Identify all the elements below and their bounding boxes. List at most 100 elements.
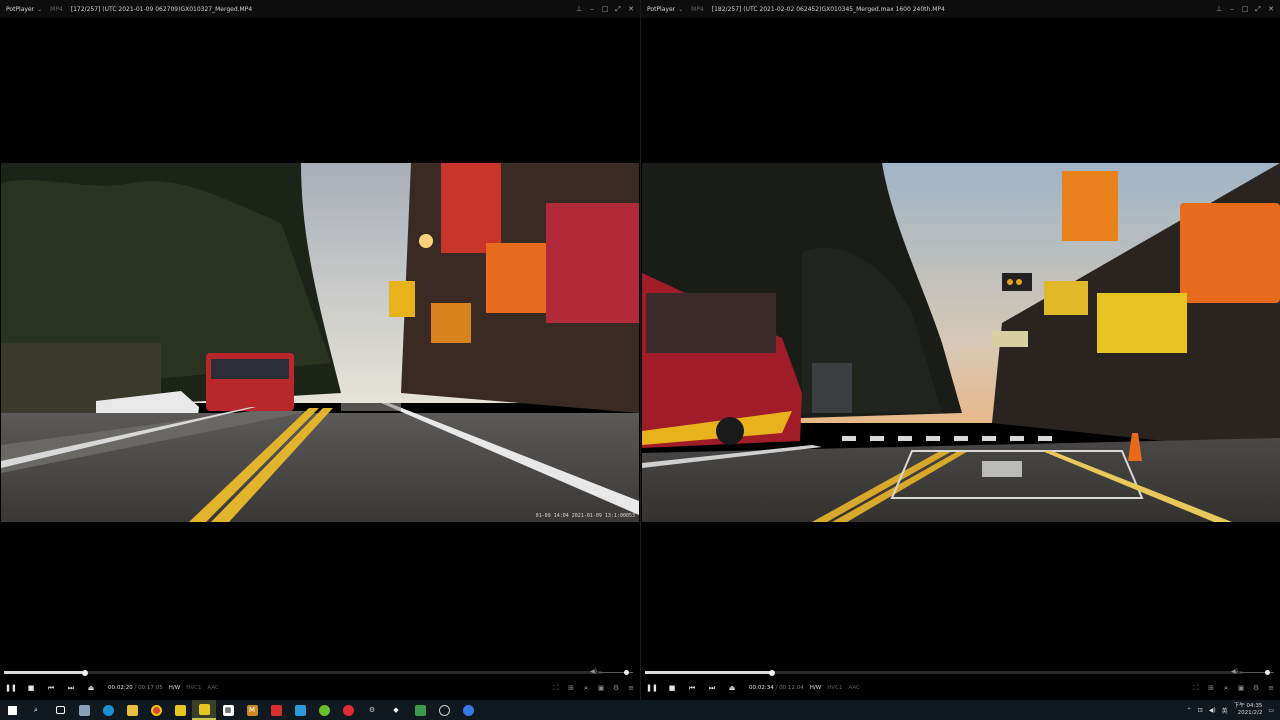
time-display: 00:02:34 / 00:12:04 (749, 685, 804, 691)
fullscreen-button[interactable]: ⤢ (1255, 5, 1261, 14)
capture-icon[interactable]: ⊞ (1206, 684, 1216, 692)
stop-button[interactable]: ■ (21, 684, 41, 692)
app-green-icon[interactable] (312, 700, 336, 720)
recycle-bin-icon[interactable] (72, 700, 96, 720)
time-display: 00:02:20 / 00:17:05 (108, 685, 163, 691)
previous-button[interactable]: ⏮ (682, 684, 702, 693)
app-gear-icon[interactable]: ⚙ (360, 700, 384, 720)
potplayer-active-icon[interactable] (192, 700, 216, 720)
current-time: 00:02:20 (108, 685, 133, 691)
task-view-icon[interactable] (48, 700, 72, 720)
menu-icon[interactable]: ≡ (1266, 684, 1276, 692)
playlist-icon[interactable]: ▣ (1236, 684, 1246, 692)
app-menu[interactable]: PotPlayer ⌄ (6, 6, 42, 13)
total-time: 00:12:04 (779, 685, 804, 691)
clock[interactable]: 下午 04:35 2021/2/2 (1234, 703, 1263, 717)
format-label: MP4 (691, 5, 704, 13)
playlist-icon[interactable]: ▣ (596, 684, 606, 692)
volume-control[interactable]: ◀) (1231, 668, 1277, 676)
app-green2-icon[interactable] (408, 700, 432, 720)
chevron-down-icon: ⌄ (678, 5, 684, 13)
maximize-button[interactable]: □ (1242, 5, 1249, 13)
potplayer-icon[interactable] (168, 700, 192, 720)
seek-bar[interactable] (4, 669, 602, 676)
current-time: 00:02:34 (749, 685, 774, 691)
pause-button[interactable]: ❚❚ (642, 684, 662, 692)
network-icon[interactable]: ⊡ (1198, 707, 1203, 714)
close-button[interactable]: ✕ (1268, 5, 1274, 13)
seek-thumb[interactable] (82, 669, 89, 676)
chrome-icon[interactable] (144, 700, 168, 720)
title-bar[interactable]: PotPlayer ⌄ MP4 [172/257] (UTC 2021-01-09… (0, 0, 640, 18)
control-bar: ❚❚ ■ ⏮ ⏭ ⏏ 00:02:20 / 00:17:05 H/W HVC1 … (0, 681, 640, 695)
next-button[interactable]: ⏭ (61, 684, 81, 693)
calendar-icon[interactable]: ▦ (216, 700, 240, 720)
time-separator: / (134, 685, 137, 691)
seek-progress (4, 671, 86, 674)
notification-icon[interactable]: ▭ (1268, 707, 1274, 714)
app-menu[interactable]: PotPlayer ⌄ (647, 6, 683, 13)
capture-icon[interactable]: ⊞ (566, 684, 576, 692)
tray-chevron-icon[interactable]: ⌃ (1187, 707, 1192, 714)
clock-date: 2021/2/2 (1237, 710, 1263, 716)
total-time: 00:17:05 (138, 685, 163, 691)
video-scene-right (642, 163, 1280, 522)
clock-time: 下午 04:35 (1233, 703, 1263, 709)
windows-start-icon[interactable] (0, 700, 24, 720)
volume-thumb[interactable] (623, 669, 629, 675)
file-explorer-icon[interactable] (120, 700, 144, 720)
control-bar: ❚❚ ■ ⏮ ⏭ ⏏ 00:02:34 / 00:12:04 H/W HVC1 … (641, 681, 1280, 695)
volume-control[interactable]: ◀) (590, 668, 636, 676)
video-codec-badge[interactable]: HVC1 (186, 685, 201, 691)
minimize-button[interactable]: – (1229, 5, 1235, 13)
search-icon[interactable]: ⌕ (24, 700, 48, 720)
potplayer-window-left: PotPlayer ⌄ MP4 [172/257] (UTC 2021-01-09… (0, 0, 640, 700)
pin-icon[interactable]: ⊥ (1216, 5, 1222, 13)
settings-gear-icon[interactable]: ⚙ (1251, 684, 1261, 692)
settings-gear-icon[interactable]: ⚙ (611, 684, 621, 692)
window-title: [172/257] (UTC 2021-01-09 062709)GX01032… (70, 5, 253, 13)
app-red-icon[interactable] (264, 700, 288, 720)
pin-icon[interactable]: ⊥ (576, 5, 582, 13)
audio-codec-badge[interactable]: AAC (207, 685, 218, 691)
vr-icon[interactable]: ⛶ (551, 684, 561, 693)
time-separator: / (775, 685, 778, 691)
audio-codec-badge[interactable]: AAC (848, 685, 859, 691)
fullscreen-button[interactable]: ⤢ (615, 5, 621, 14)
search-subtitle-icon[interactable]: ⌕ (1221, 684, 1231, 693)
app-redcircle-icon[interactable] (336, 700, 360, 720)
seek-bar[interactable] (645, 669, 1243, 676)
volume-tray-icon[interactable]: ◀) (1209, 707, 1216, 714)
video-frame[interactable]: 01-09 14:04 2021-01-09 13:1:00053 (1, 163, 639, 522)
title-bar[interactable]: PotPlayer ⌄ MP4 [182/257] (UTC 2021-02-02… (641, 0, 1280, 18)
eject-button[interactable]: ⏏ (722, 684, 742, 692)
windows-taskbar: ⌕ ▦ M ⚙ ◆ ⌃ ⊡ ◀) 英 下午 04:35 2021/2/2 ▭ (0, 700, 1280, 720)
seek-thumb[interactable] (769, 669, 776, 676)
volume-icon[interactable]: ◀) (590, 668, 597, 675)
app-shield-icon[interactable]: ◆ (384, 700, 408, 720)
hw-decode-badge[interactable]: H/W (169, 685, 180, 691)
format-label: MP4 (50, 5, 63, 13)
photos-icon[interactable] (288, 700, 312, 720)
app-blue-icon[interactable] (456, 700, 480, 720)
edge-icon[interactable] (96, 700, 120, 720)
vr-icon[interactable]: ⛶ (1191, 684, 1201, 693)
volume-thumb[interactable] (1264, 669, 1270, 675)
app-m-icon[interactable]: M (240, 700, 264, 720)
close-button[interactable]: ✕ (628, 5, 634, 13)
video-codec-badge[interactable]: HVC1 (827, 685, 842, 691)
search-subtitle-icon[interactable]: ⌕ (581, 684, 591, 693)
stop-button[interactable]: ■ (662, 684, 682, 692)
hw-decode-badge[interactable]: H/W (810, 685, 821, 691)
eject-button[interactable]: ⏏ (81, 684, 101, 692)
video-frame[interactable] (642, 163, 1280, 522)
ime-icon[interactable]: 英 (1222, 706, 1228, 715)
volume-icon[interactable]: ◀) (1231, 668, 1238, 675)
maximize-button[interactable]: □ (602, 5, 609, 13)
previous-button[interactable]: ⏮ (41, 684, 61, 693)
app-clock-icon[interactable] (432, 700, 456, 720)
pause-button[interactable]: ❚❚ (1, 684, 21, 692)
minimize-button[interactable]: – (589, 5, 595, 13)
menu-icon[interactable]: ≡ (626, 684, 636, 692)
next-button[interactable]: ⏭ (702, 684, 722, 693)
